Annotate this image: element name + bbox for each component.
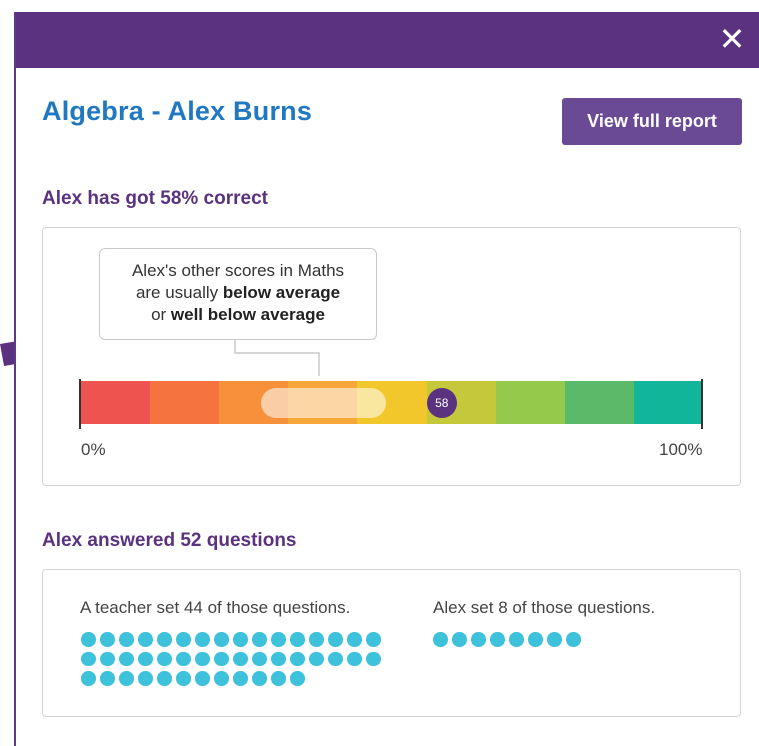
question-dot bbox=[271, 671, 286, 686]
score-marker: 58 bbox=[426, 388, 457, 418]
question-dot bbox=[309, 651, 324, 666]
teacher-questions-label: A teacher set 44 of those questions. bbox=[80, 598, 351, 617]
questions-card: A teacher set 44 of those questions. Ale… bbox=[42, 569, 741, 717]
score-scale-bar bbox=[81, 381, 703, 424]
question-dot bbox=[214, 671, 229, 686]
question-dot bbox=[100, 632, 115, 647]
question-dot bbox=[214, 632, 229, 647]
question-dot bbox=[119, 651, 134, 666]
question-dot bbox=[233, 671, 248, 686]
scale-segment bbox=[495, 381, 565, 424]
callout-connector bbox=[234, 340, 320, 376]
modal-header-bar: ✕ bbox=[16, 12, 759, 68]
question-dot bbox=[309, 632, 324, 647]
question-dot bbox=[252, 632, 267, 647]
question-dot bbox=[471, 632, 486, 647]
question-dot bbox=[176, 671, 191, 686]
page-title: Algebra - Alex Burns bbox=[42, 96, 313, 126]
callout-line-2: are usually below average bbox=[100, 282, 376, 304]
question-dot bbox=[157, 632, 172, 647]
question-dot bbox=[509, 632, 524, 647]
question-dot bbox=[138, 651, 153, 666]
scale-segment bbox=[81, 381, 151, 424]
question-dot bbox=[157, 671, 172, 686]
callout-line-3: or well below average bbox=[100, 304, 376, 326]
question-dot bbox=[119, 632, 134, 647]
callout-line-1: Alex's other scores in Maths bbox=[131, 261, 345, 280]
question-dot bbox=[233, 651, 248, 666]
question-dot bbox=[566, 632, 581, 647]
question-dot bbox=[176, 651, 191, 666]
scale-segment bbox=[633, 381, 703, 424]
question-dot bbox=[252, 671, 267, 686]
scale-max-label: 100% bbox=[659, 440, 703, 459]
callout-emphasis: well below average bbox=[170, 305, 325, 324]
callout-text: are usually bbox=[135, 283, 223, 302]
question-dot bbox=[81, 671, 96, 686]
question-dot bbox=[195, 651, 210, 666]
scale-segment bbox=[564, 381, 634, 424]
usual-score-range bbox=[261, 388, 386, 418]
question-dot bbox=[452, 632, 467, 647]
score-callout: Alex's other scores in Maths are usually… bbox=[99, 248, 377, 340]
scale-segment bbox=[150, 381, 220, 424]
question-dot bbox=[233, 632, 248, 647]
question-dot bbox=[138, 671, 153, 686]
question-dot bbox=[252, 651, 267, 666]
view-full-report-button[interactable]: View full report bbox=[562, 98, 742, 145]
question-dot bbox=[271, 632, 286, 647]
question-dot bbox=[347, 632, 362, 647]
question-dot bbox=[547, 632, 562, 647]
scale-start-cap bbox=[79, 379, 81, 429]
scale-end-cap bbox=[701, 379, 703, 429]
question-dot bbox=[271, 651, 286, 666]
self-question-dots bbox=[433, 632, 733, 647]
question-dot bbox=[328, 632, 343, 647]
self-questions-label: Alex set 8 of those questions. bbox=[433, 598, 656, 617]
question-dot bbox=[81, 651, 96, 666]
question-dot bbox=[214, 651, 229, 666]
question-dot bbox=[176, 632, 191, 647]
question-dot bbox=[528, 632, 543, 647]
question-dot bbox=[490, 632, 505, 647]
question-dot bbox=[328, 651, 343, 666]
question-dot bbox=[347, 651, 362, 666]
question-dot bbox=[433, 632, 448, 647]
question-dot bbox=[366, 651, 381, 666]
teacher-question-dots bbox=[81, 632, 381, 686]
close-icon[interactable]: ✕ bbox=[717, 21, 747, 57]
question-dot bbox=[81, 632, 96, 647]
score-card: Alex's other scores in Maths are usually… bbox=[42, 227, 741, 486]
score-heading: Alex has got 58% correct bbox=[42, 188, 268, 209]
callout-emphasis: below average bbox=[222, 283, 341, 302]
question-dot bbox=[290, 632, 305, 647]
question-dot bbox=[195, 671, 210, 686]
question-dot bbox=[290, 671, 305, 686]
question-dot bbox=[290, 651, 305, 666]
scale-min-label: 0% bbox=[81, 440, 106, 459]
question-dot bbox=[100, 651, 115, 666]
question-dot bbox=[138, 632, 153, 647]
question-dot bbox=[119, 671, 134, 686]
callout-text: or bbox=[151, 305, 171, 324]
question-dot bbox=[366, 632, 381, 647]
question-dot bbox=[100, 671, 115, 686]
score-modal: ✕ Algebra - Alex Burns View full report … bbox=[14, 12, 759, 746]
question-dot bbox=[195, 632, 210, 647]
questions-heading: Alex answered 52 questions bbox=[42, 530, 297, 551]
question-dot bbox=[157, 651, 172, 666]
